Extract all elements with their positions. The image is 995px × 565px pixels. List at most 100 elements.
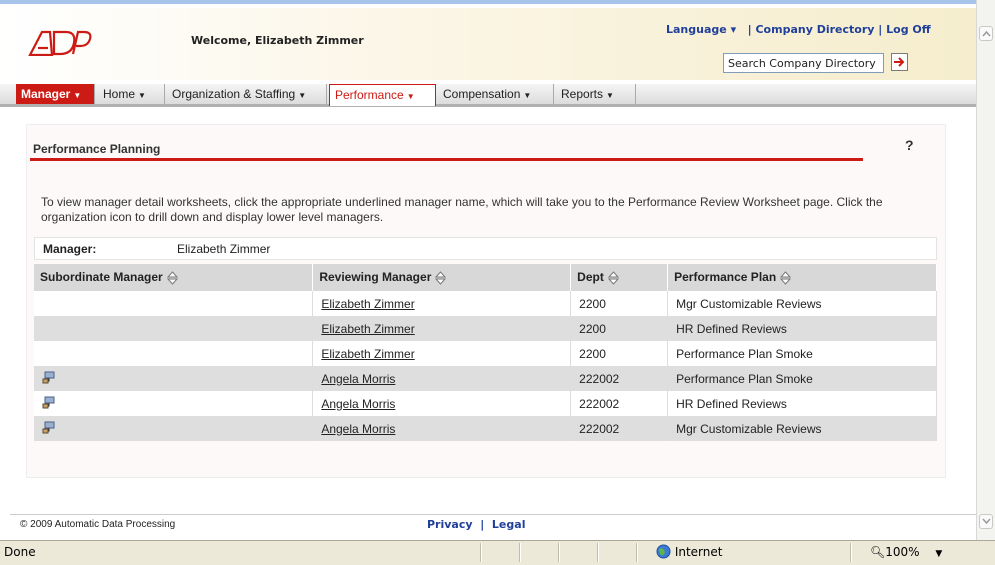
table-row: Angela Morris 222002 Mgr Customizable Revi… — [34, 416, 937, 441]
column-header-reviewing[interactable]: Reviewing Manager — [312, 264, 572, 291]
dept-cell: 222002 — [570, 391, 669, 416]
status-divider — [597, 543, 599, 562]
zoom-control[interactable]: 🔍︎100% ▼ — [870, 545, 942, 559]
dept-cell: 222002 — [570, 416, 669, 441]
help-icon[interactable]: ? — [905, 137, 914, 153]
tab-label: Compensation — [443, 87, 521, 101]
org-drilldown-icon[interactable] — [42, 371, 55, 384]
reviewing-manager-link[interactable]: Elizabeth Zimmer — [321, 347, 414, 361]
arrow-right-icon — [894, 57, 905, 67]
chevron-down-icon: ▾ — [730, 23, 737, 36]
performance-plan-cell: Mgr Customizable Reviews — [667, 291, 937, 316]
copyright-text: © 2009 Automatic Data Processing — [20, 519, 176, 530]
log-off-link[interactable]: Log Off — [886, 23, 931, 36]
reviewing-manager-link[interactable]: Elizabeth Zimmer — [321, 322, 414, 336]
subordinate-cell — [34, 341, 314, 366]
globe-icon — [656, 544, 671, 559]
subordinate-cell — [34, 391, 314, 416]
company-directory-link[interactable]: Company Directory — [755, 23, 874, 36]
status-divider — [480, 543, 482, 562]
reviewing-manager-cell: Elizabeth Zimmer — [312, 291, 572, 316]
manager-row: Manager: Elizabeth Zimmer — [34, 237, 937, 260]
status-divider — [850, 543, 852, 562]
privacy-link[interactable]: Privacy — [427, 518, 473, 531]
chevron-down-icon: ▼ — [138, 91, 146, 100]
sort-icon[interactable] — [780, 271, 792, 285]
table-row: Angela Morris 222002 Performance Plan Smok… — [34, 366, 937, 391]
reviewing-manager-link[interactable]: Angela Morris — [321, 397, 395, 411]
sort-icon[interactable] — [435, 271, 447, 285]
adp-logo — [28, 30, 92, 56]
reviewing-manager-link[interactable]: Elizabeth Zimmer — [321, 297, 414, 311]
subordinate-cell — [34, 291, 314, 316]
browser-status-bar: Done Internet 🔍︎100% ▼ — [0, 540, 995, 565]
dept-cell: 2200 — [570, 291, 669, 316]
main-nav: Manager ▼ Home ▼ Organization & Staffing ▼ … — [0, 84, 976, 107]
footer-links: Privacy | Legal — [427, 518, 525, 531]
instructions-text: To view manager detail worksheets, click… — [41, 195, 883, 224]
performance-plan-cell: HR Defined Reviews — [667, 391, 937, 416]
top-links: Language ▾ | Company Directory | Log Off — [666, 23, 931, 36]
performance-plan-cell: HR Defined Reviews — [667, 316, 937, 341]
reviewing-manager-link[interactable]: Angela Morris — [321, 372, 395, 386]
tab-manager[interactable]: Manager ▼ — [16, 84, 95, 104]
chevron-up-icon — [982, 30, 991, 37]
link-separator: | — [878, 23, 883, 36]
column-header-plan[interactable]: Performance Plan — [667, 264, 937, 291]
link-separator: | — [747, 23, 752, 36]
managers-table: Subordinate Manager Reviewing Manager De… — [34, 264, 937, 441]
header-label: Subordinate Manager — [40, 270, 163, 285]
table-header-row: Subordinate Manager Reviewing Manager De… — [34, 264, 937, 291]
chevron-down-icon: ▼ — [406, 92, 415, 101]
performance-plan-cell: Mgr Customizable Reviews — [667, 416, 937, 441]
tab-organization-staffing[interactable]: Organization & Staffing ▼ — [167, 84, 327, 104]
column-header-dept[interactable]: Dept — [570, 264, 669, 291]
scroll-up-button[interactable] — [979, 26, 993, 41]
tab-label: Manager — [21, 87, 71, 101]
table-row: Elizabeth Zimmer 2200 Mgr Customizable Rev… — [34, 291, 937, 316]
reviewing-manager-link[interactable]: Angela Morris — [321, 422, 395, 436]
app-header: Welcome, Elizabeth Zimmer Language ▾ | C… — [0, 8, 976, 80]
search-go-button[interactable] — [891, 53, 908, 71]
sort-icon[interactable] — [166, 271, 178, 285]
reviewing-manager-cell: Angela Morris — [312, 366, 572, 391]
header-label: Dept — [577, 270, 604, 285]
chevron-down-icon: ▼ — [935, 549, 943, 559]
chevron-down-icon: ▼ — [606, 91, 614, 100]
scroll-down-button[interactable] — [979, 514, 993, 529]
status-divider — [519, 543, 521, 562]
reviewing-manager-cell: Elizabeth Zimmer — [312, 341, 572, 366]
org-drilldown-icon[interactable] — [42, 396, 55, 409]
header-label: Reviewing Manager — [319, 270, 432, 285]
status-divider — [558, 543, 560, 562]
manager-value: Elizabeth Zimmer — [177, 242, 271, 256]
column-header-subordinate[interactable]: Subordinate Manager — [34, 264, 314, 291]
page-title: Performance Planning — [33, 142, 161, 156]
sort-icon[interactable] — [607, 271, 619, 285]
tab-performance[interactable]: Performance ▼ — [329, 84, 436, 106]
header-label: Performance Plan — [674, 270, 777, 285]
zone-label: Internet — [674, 545, 723, 559]
tab-home[interactable]: Home ▼ — [98, 84, 165, 104]
org-drilldown-icon[interactable] — [42, 421, 55, 434]
table-row: Elizabeth Zimmer 2200 HR Defined Reviews — [34, 316, 937, 341]
link-separator: | — [480, 518, 485, 531]
search-input[interactable]: Search Company Directory — [723, 53, 884, 73]
tab-compensation[interactable]: Compensation ▼ — [438, 84, 554, 104]
status-text: Done — [4, 545, 36, 559]
dept-cell: 222002 — [570, 366, 669, 391]
subordinate-cell — [34, 366, 314, 391]
security-zone: Internet — [656, 544, 722, 559]
chevron-down-icon: ▼ — [298, 91, 307, 100]
subordinate-cell — [34, 316, 314, 341]
language-menu[interactable]: Language ▾ — [666, 23, 736, 36]
dept-cell: 2200 — [570, 316, 669, 341]
tab-reports[interactable]: Reports ▼ — [556, 84, 636, 104]
vertical-scrollbar[interactable] — [976, 0, 995, 540]
chevron-down-icon: ▼ — [523, 91, 532, 100]
tab-label: Reports — [561, 87, 604, 101]
title-divider — [30, 158, 863, 161]
legal-link[interactable]: Legal — [492, 518, 526, 531]
status-divider — [636, 543, 638, 562]
browser-content: Welcome, Elizabeth Zimmer Language ▾ | C… — [0, 0, 976, 540]
